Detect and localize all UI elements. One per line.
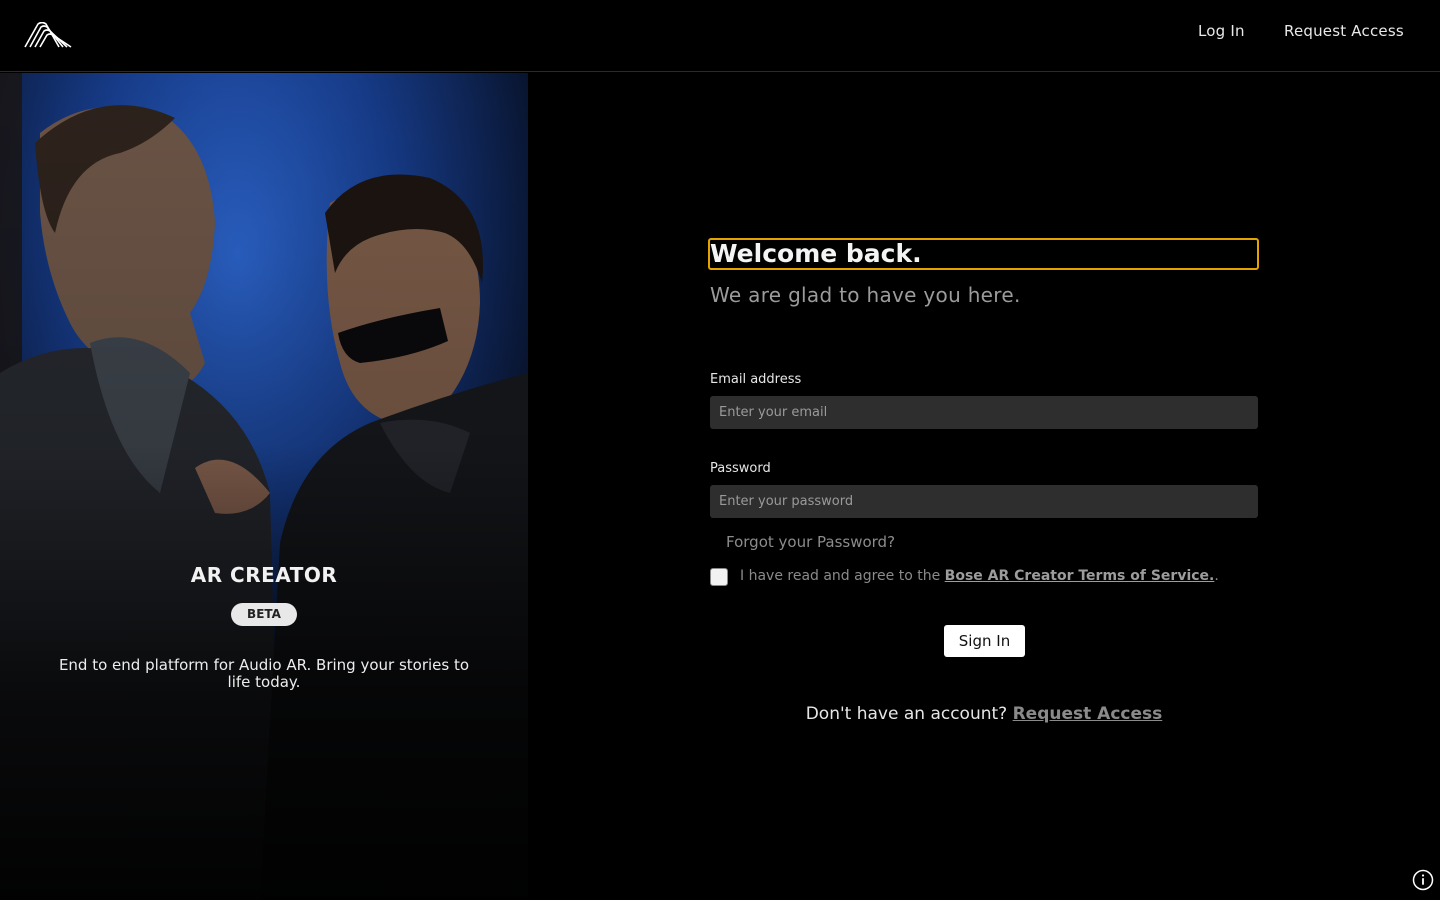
email-field[interactable]: [710, 396, 1258, 429]
forgot-password-link[interactable]: Forgot your Password?: [726, 533, 895, 551]
hero-description: End to end platform for Audio AR. Bring …: [58, 656, 470, 691]
nav-request-access-link[interactable]: Request Access: [1284, 22, 1404, 40]
hero-photo: [0, 73, 528, 900]
password-label: Password: [710, 461, 771, 476]
nav-login-link[interactable]: Log In: [1198, 22, 1245, 40]
welcome-heading: Welcome back.: [708, 238, 1259, 270]
beta-badge: BETA: [231, 603, 297, 626]
terms-row: I have read and agree to the Bose AR Cre…: [710, 568, 1258, 586]
password-field[interactable]: [710, 485, 1258, 518]
terms-text: I have read and agree to the Bose AR Cre…: [740, 568, 1219, 584]
hero-panel: AR CREATOR BETA End to end platform for …: [0, 73, 528, 900]
info-icon[interactable]: [1412, 869, 1434, 891]
hero-title: AR CREATOR: [190, 563, 338, 587]
top-navigation-bar: Log In Request Access: [0, 0, 1440, 72]
welcome-subtitle: We are glad to have you here.: [710, 283, 1021, 307]
bose-ar-logo-icon[interactable]: [24, 22, 72, 48]
email-label: Email address: [710, 372, 802, 387]
signup-prompt: Don't have an account? Request Access: [710, 704, 1258, 724]
terms-checkbox[interactable]: [710, 568, 728, 586]
terms-suffix: .: [1214, 568, 1219, 584]
terms-of-service-link[interactable]: Bose AR Creator Terms of Service.: [945, 568, 1215, 584]
request-access-link[interactable]: Request Access: [1013, 704, 1163, 724]
signup-prompt-text: Don't have an account?: [805, 704, 1013, 724]
terms-prefix: I have read and agree to the: [740, 568, 945, 584]
sign-in-button[interactable]: Sign In: [944, 625, 1025, 657]
